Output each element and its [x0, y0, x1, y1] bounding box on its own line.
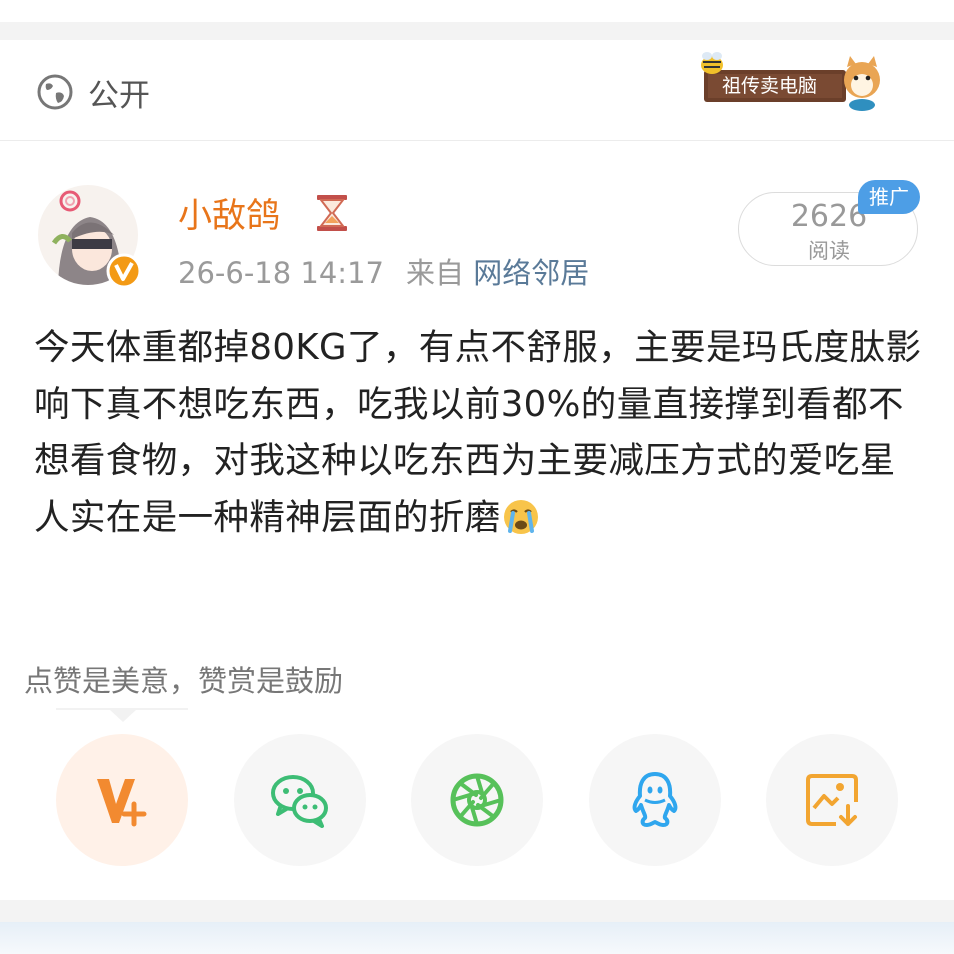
reward-button[interactable]: [56, 734, 188, 866]
visibility-label: 公开: [88, 78, 150, 114]
post-card: 公开 祖传卖电脑 小敌鸽 26-6-18 14:17 来自 网络邻居 2626 …: [0, 40, 954, 900]
qq-icon: [632, 772, 678, 827]
wechat-icon: [271, 775, 328, 828]
source-link[interactable]: 网络邻居: [473, 256, 589, 290]
visibility-row[interactable]: 公开 祖传卖电脑: [0, 40, 954, 141]
post-meta: 26-6-18 14:17 来自 网络邻居: [178, 250, 589, 292]
avatar-image: [38, 185, 142, 289]
reward-prompt: 点赞是美意，赞赏是鼓励: [24, 664, 344, 698]
tooltip-notch: [110, 710, 136, 722]
avatar[interactable]: [36, 183, 150, 297]
reward-v-plus-icon: [97, 779, 147, 827]
post-timestamp: 26-6-18 14:17: [178, 256, 384, 290]
read-label: 阅读: [808, 239, 850, 263]
save-image-icon: [806, 774, 858, 826]
sticker-image: 祖传卖电脑: [701, 52, 880, 111]
hourglass-icon: [317, 195, 347, 231]
svg-text:祖传卖电脑: 祖传卖电脑: [722, 75, 817, 97]
username[interactable]: 小敌鸽: [178, 188, 280, 237]
top-band: [0, 0, 954, 22]
share-qq-button[interactable]: [589, 734, 721, 866]
post-text: 今天体重都掉80KG了，有点不舒服，主要是玛氏度肽影响下真不想吃东西，吃我以前3…: [34, 327, 922, 538]
next-section-edge: [0, 922, 954, 954]
source-prefix: 来自: [405, 256, 464, 290]
share-moments-button[interactable]: [411, 734, 543, 866]
moments-icon: [450, 773, 504, 827]
post-content: 今天体重都掉80KG了，有点不舒服，主要是玛氏度肽影响下真不想吃东西，吃我以前3…: [34, 320, 924, 546]
promote-badge[interactable]: 推广: [858, 180, 920, 214]
save-image-button[interactable]: [766, 734, 898, 866]
globe-icon: [37, 74, 73, 110]
crying-emoji-icon: [503, 499, 538, 534]
share-wechat-button[interactable]: [234, 734, 366, 866]
